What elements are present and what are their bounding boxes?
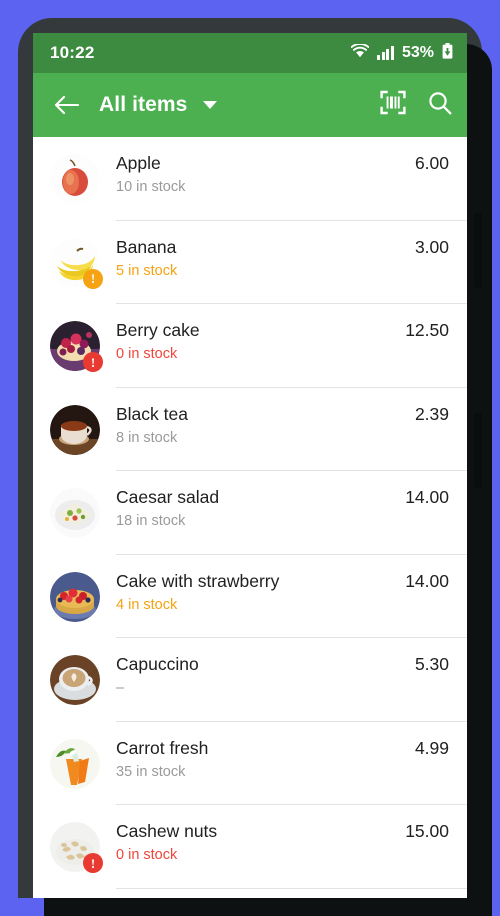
cellular-signal-icon — [377, 46, 394, 60]
status-bar: 10:22 53% — [33, 33, 467, 73]
item-name: Banana — [116, 236, 177, 257]
item-details: Capuccino – — [116, 653, 405, 697]
item-stock: 8 in stock — [116, 429, 178, 446]
item-price: 14.00 — [405, 487, 449, 507]
back-button[interactable] — [49, 88, 83, 122]
product-image — [50, 404, 100, 455]
item-stock: 4 in stock — [116, 596, 178, 613]
item-stock: 35 in stock — [116, 763, 186, 780]
item-stock: 5 in stock — [116, 262, 178, 279]
out-of-stock-warning-icon: ! — [83, 352, 103, 372]
item-price: 15.00 — [405, 821, 449, 841]
app-bar: All items — [33, 73, 467, 137]
table-row[interactable]: ! Banana 5 in stock 3.00 — [33, 221, 467, 304]
item-details: Caesar salad 18 in stock — [116, 486, 395, 530]
item-name: Berry cake — [116, 320, 200, 340]
item-price: 12.50 — [405, 320, 449, 340]
item-thumbnail: ! — [50, 321, 103, 372]
item-price: 6.00 — [414, 153, 449, 173]
wifi-icon — [351, 42, 370, 63]
table-row[interactable]: Carrot fresh 35 in stock 4.99 — [33, 722, 467, 805]
item-stock: – — [116, 680, 125, 696]
power-button[interactable] — [474, 413, 482, 488]
barcode-scan-icon — [380, 90, 406, 115]
item-details: Black tea 8 in stock — [116, 403, 405, 447]
table-row[interactable]: Caesar salad 18 in stock 14.00 — [33, 471, 467, 555]
low-stock-warning-icon: ! — [83, 268, 103, 289]
item-thumbnail — [50, 571, 100, 622]
item-name: Carrot fresh — [116, 737, 209, 758]
table-row[interactable]: ! Cashew nuts 0 in stock 15.00 — [33, 805, 467, 889]
item-thumbnail — [50, 655, 100, 705]
item-stock: 10 in stock — [116, 179, 186, 195]
item-details: Cashew nuts 0 in stock — [116, 820, 395, 864]
item-thumbnail — [50, 154, 100, 204]
table-row[interactable]: Apple 10 in stock 6.00 — [33, 137, 467, 221]
table-row[interactable]: Cake with strawberry 4 in stock 14.00 — [33, 555, 467, 638]
item-name: Cake with strawberry — [116, 570, 280, 591]
item-details: Cake with strawberry 4 in stock — [116, 570, 395, 614]
item-stock: 0 in stock — [116, 346, 178, 362]
item-stock: 0 in stock — [116, 847, 178, 863]
search-button[interactable] — [427, 90, 453, 121]
item-price: 3.00 — [414, 236, 449, 257]
product-image — [50, 655, 100, 705]
item-price: 2.39 — [414, 403, 449, 424]
search-icon — [429, 91, 452, 114]
row-divider — [116, 887, 467, 889]
back-arrow-icon — [54, 95, 79, 115]
barcode-scan-button[interactable] — [379, 90, 407, 120]
item-thumbnail — [50, 738, 100, 789]
item-details: Apple 10 in stock — [116, 152, 405, 196]
table-row[interactable]: Black tea 8 in stock 2.39 — [33, 388, 467, 471]
item-thumbnail: ! — [50, 237, 103, 289]
product-image — [50, 571, 100, 622]
item-thumbnail — [50, 404, 100, 455]
app-bar-actions — [379, 90, 453, 121]
status-indicators: 53% — [351, 42, 453, 64]
phone-screen: 10:22 53% All items Apple 10 in stock 6.… — [33, 33, 467, 898]
item-price: 4.99 — [414, 737, 449, 758]
item-name: Caesar salad — [116, 487, 220, 507]
item-thumbnail: ! — [50, 822, 103, 873]
battery-percent-label: 53% — [401, 44, 434, 61]
item-details: Berry cake 0 in stock — [116, 319, 395, 363]
page-title: All items — [99, 93, 188, 116]
chevron-down-icon[interactable] — [203, 101, 218, 109]
item-details: Carrot fresh 35 in stock — [116, 737, 405, 781]
item-price: 5.30 — [414, 654, 449, 674]
out-of-stock-warning-icon: ! — [83, 853, 103, 873]
item-details: Banana 5 in stock — [116, 236, 405, 280]
table-row[interactable]: Capuccino – 5.30 — [33, 638, 467, 722]
product-image — [50, 488, 100, 538]
battery-icon — [442, 42, 453, 64]
item-list[interactable]: Apple 10 in stock 6.00 ! Banana 5 in sto… — [33, 137, 467, 889]
volume-button[interactable] — [474, 213, 482, 288]
item-price: 14.00 — [405, 570, 449, 591]
item-thumbnail — [50, 488, 100, 538]
product-image — [50, 154, 100, 204]
table-row[interactable]: ! Berry cake 0 in stock 12.50 — [33, 304, 467, 388]
item-name: Black tea — [116, 403, 188, 424]
status-time: 10:22 — [50, 43, 95, 62]
item-stock: 18 in stock — [116, 513, 186, 529]
item-name: Capuccino — [116, 654, 199, 674]
product-image — [50, 738, 100, 789]
item-name: Cashew nuts — [116, 821, 218, 841]
item-name: Apple — [116, 153, 161, 173]
